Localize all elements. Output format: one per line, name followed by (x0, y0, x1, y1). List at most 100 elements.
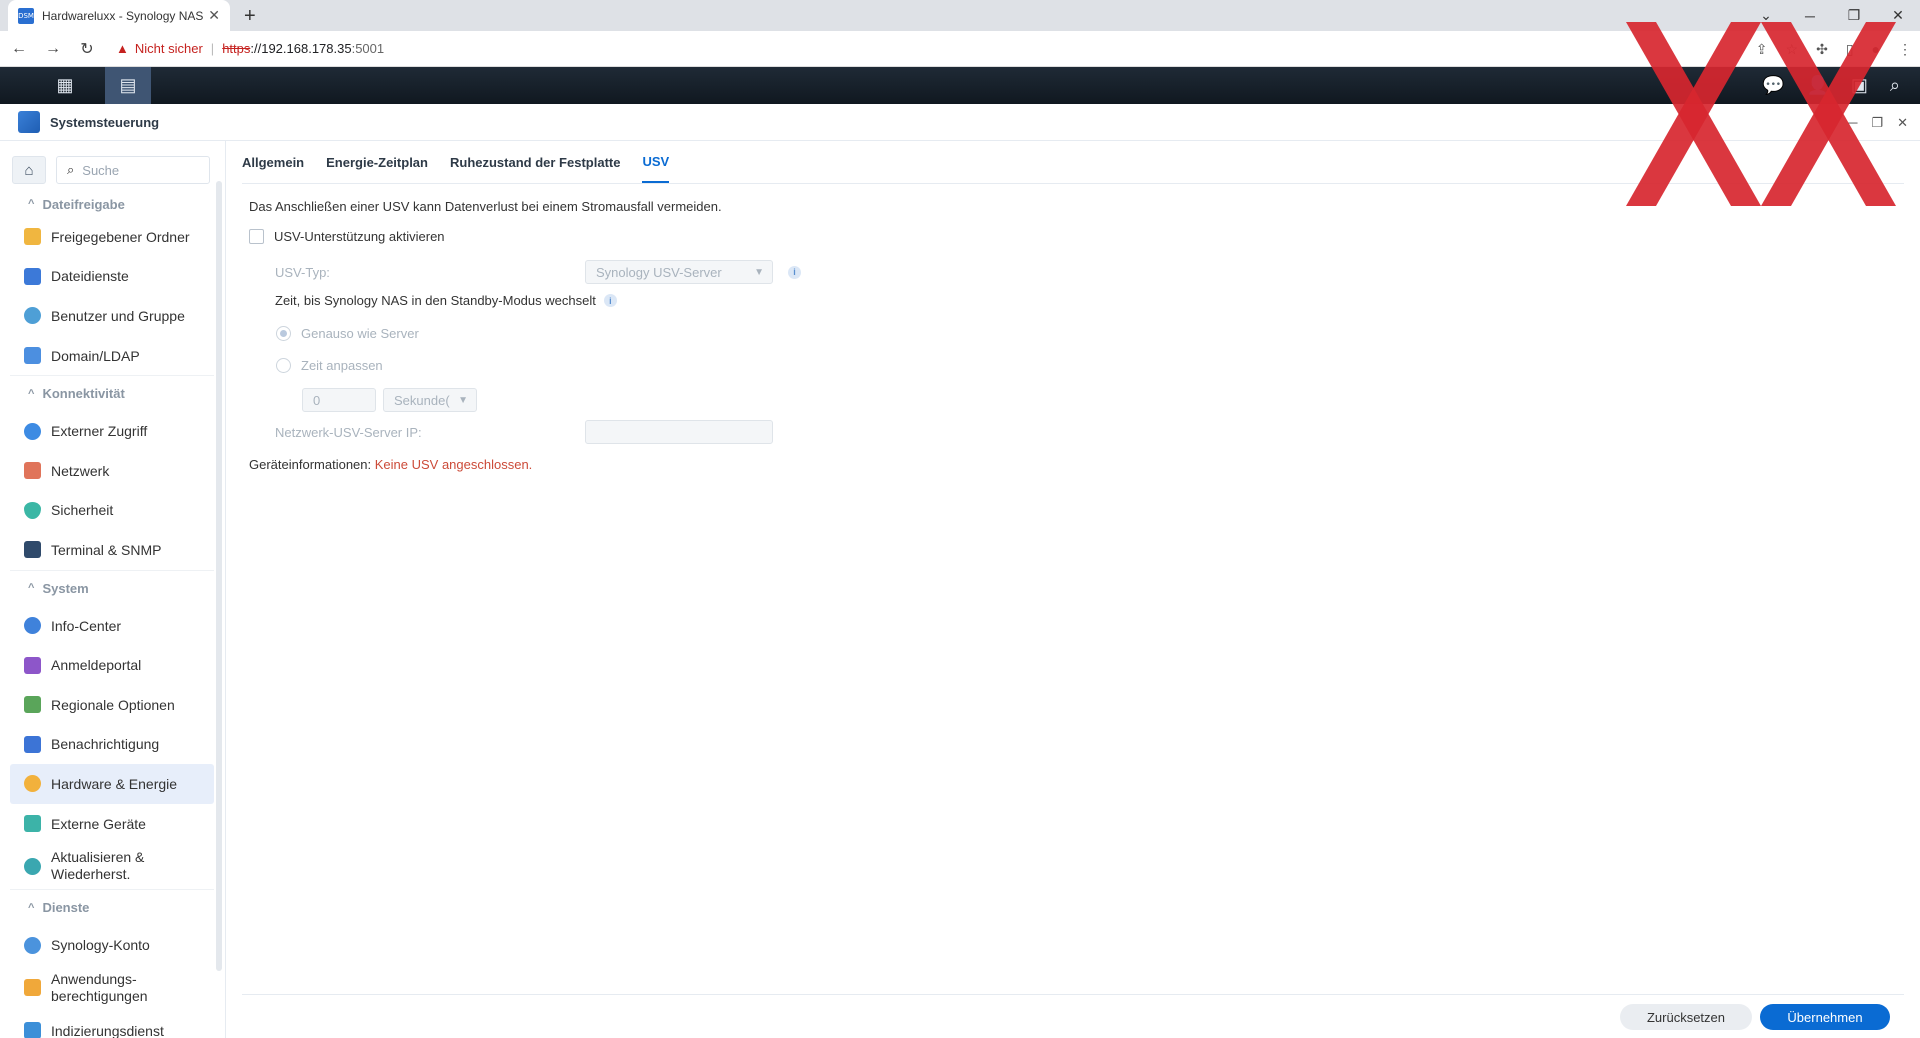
sidebar-item-update-restore[interactable]: Aktualisieren & Wiederherst. (10, 843, 214, 889)
sidebar-item-app-privileges[interactable]: Anwendungs-berechtigungen (10, 965, 214, 1011)
sidebar-item-label: Domain/LDAP (51, 347, 140, 364)
radio-custom-row[interactable]: Zeit anpassen (276, 358, 383, 373)
sidebar-item-external-access[interactable]: Externer Zugriff (10, 411, 214, 451)
lock-icon (24, 979, 41, 997)
close-app-icon[interactable]: ✕ (1897, 115, 1908, 131)
sidebar-item-hardware-energy[interactable]: Hardware & Energie (10, 764, 214, 804)
section-title: Konnektivität (42, 386, 125, 402)
control-panel-icon (18, 111, 40, 133)
terminal-icon (24, 541, 41, 559)
enable-ups-checkbox[interactable] (249, 229, 264, 244)
browser-tab[interactable]: DSM Hardwareluxx - Synology NAS ✕ (8, 0, 230, 31)
enable-ups-row[interactable]: USV-Unterstützung aktivieren (249, 229, 445, 244)
server-ip-input[interactable] (585, 420, 773, 444)
sidebar-item-file-services[interactable]: Dateidienste (10, 257, 214, 297)
sidebar-item-synology-account[interactable]: Synology-Konto (10, 925, 214, 965)
radio-custom-label: Zeit anpassen (301, 358, 383, 373)
section-dateifreigabe[interactable]: ^ Dateifreigabe (10, 191, 214, 217)
sidebar-item-terminal-snmp[interactable]: Terminal & SNMP (10, 530, 214, 570)
home-button[interactable]: ⌂ (12, 156, 46, 184)
info-icon (24, 617, 41, 635)
tab-power-schedule[interactable]: Energie-Zeitplan (326, 141, 428, 183)
sidebar-item-label: Benachrichtigung (51, 736, 160, 753)
sidebar-item-label: Externe Geräte (51, 815, 146, 832)
sidebar-item-domain-ldap[interactable]: Domain/LDAP (10, 336, 214, 376)
ups-type-select[interactable]: Synology USV-Server ▼ (585, 260, 773, 284)
domain-icon (24, 347, 41, 365)
folder-icon (24, 228, 41, 246)
apply-button[interactable]: Übernehmen (1760, 1004, 1890, 1030)
main-menu-icon[interactable]: ▦ (42, 67, 88, 104)
forward-icon[interactable]: → (38, 40, 68, 58)
sidebar-item-regional-options[interactable]: Regionale Optionen (10, 685, 214, 725)
time-unit-value: Sekunde( (394, 392, 450, 408)
sidebar-scrollbar[interactable] (216, 181, 222, 971)
new-tab-icon[interactable]: + (244, 5, 256, 28)
tab-hdd-hibernation[interactable]: Ruhezustand der Festplatte (450, 141, 620, 183)
sidebar: ⌂ ⌕ ^ Dateifreigabe Freigegebener Ordner … (0, 141, 226, 1038)
section-konnektivitaet[interactable]: ^ Konnektivität (10, 375, 214, 411)
reset-button[interactable]: Zurücksetzen (1620, 1004, 1752, 1030)
dsm-favicon-icon: DSM (18, 7, 34, 24)
sidebar-item-label: Anwendungs-berechtigungen (51, 971, 148, 1005)
chevron-up-icon: ^ (28, 901, 35, 914)
radio-custom-time[interactable] (276, 358, 291, 373)
sidebar-item-users-groups[interactable]: Benutzer und Gruppe (10, 296, 214, 336)
time-unit-select[interactable]: Sekunde( ▼ (383, 388, 477, 412)
back-icon[interactable]: ← (4, 40, 34, 58)
reload-icon[interactable]: ↻ (72, 39, 102, 59)
close-tab-icon[interactable]: ✕ (208, 7, 220, 24)
standby-row: Zeit, bis Synology NAS in den Standby-Mo… (275, 293, 617, 308)
account-icon (24, 936, 41, 954)
external-device-icon (24, 815, 41, 833)
search-icon: ⌕ (67, 162, 75, 177)
ups-type-label: USV-Typ: (275, 264, 330, 280)
radio-same-as-server[interactable] (276, 326, 291, 341)
sidebar-item-label: Aktualisieren & Wiederherst. (51, 849, 144, 883)
sidebar-item-network[interactable]: Netzwerk (10, 451, 214, 491)
label-line-2: berechtigungen (51, 987, 148, 1004)
ups-type-info-icon[interactable]: i (788, 265, 801, 279)
sidebar-item-info-center[interactable]: Info-Center (10, 606, 214, 646)
regional-icon (24, 696, 41, 714)
url-port: :5001 (351, 41, 385, 56)
radio-same-row[interactable]: Genauso wie Server (276, 326, 419, 341)
custom-time-row: 0 Sekunde( ▼ (226, 388, 526, 412)
search-input[interactable] (82, 162, 193, 178)
nav-list: ^ Dateifreigabe Freigegebener Ordner Date… (10, 191, 214, 1038)
not-secure-label: Nicht sicher (134, 41, 203, 56)
sidebar-item-security[interactable]: Sicherheit (10, 491, 214, 531)
tab-ups[interactable]: USV (642, 141, 670, 183)
browser-tab-title: Hardwareluxx - Synology NAS (42, 8, 204, 23)
url-separator: | (210, 41, 215, 56)
sidebar-item-shared-folder[interactable]: Freigegebener Ordner (10, 217, 214, 257)
sidebar-item-external-devices[interactable]: Externe Geräte (10, 804, 214, 844)
file-services-icon (24, 267, 41, 285)
url-field[interactable]: ▲ Nicht sicher | https://192.168.178.35:… (116, 41, 384, 56)
sidebar-item-label: Benutzer und Gruppe (51, 307, 185, 324)
users-icon (24, 307, 41, 325)
sidebar-item-login-portal[interactable]: Anmeldeportal (10, 645, 214, 685)
standby-info-icon[interactable]: i (603, 294, 617, 307)
time-value-input[interactable]: 0 (302, 388, 376, 412)
update-icon (24, 857, 41, 875)
section-title: System (42, 580, 89, 596)
tab-bar: Allgemein Energie-Zeitplan Ruhezustand d… (242, 141, 670, 183)
menu-icon[interactable]: ⋮ (1898, 41, 1912, 58)
radio-same-label: Genauso wie Server (301, 326, 419, 341)
search-box[interactable]: ⌕ (56, 156, 210, 184)
sidebar-item-notification[interactable]: Benachrichtigung (10, 725, 214, 765)
control-panel-taskbar-icon[interactable]: ▤ (105, 67, 151, 104)
notification-icon (24, 735, 41, 753)
server-ip-label: Netzwerk-USV-Server IP: (275, 424, 422, 440)
chevron-down-icon: ▼ (458, 394, 468, 406)
shield-icon (24, 501, 41, 519)
section-system[interactable]: ^ System (10, 569, 214, 606)
url-host: ://192.168.178.35 (250, 41, 352, 56)
sidebar-item-indexing-service[interactable]: Indizierungsdienst (10, 1011, 214, 1038)
ups-description: Das Anschließen einer USV kann Datenverl… (249, 199, 722, 214)
home-icon: ⌂ (24, 161, 34, 179)
section-dienste[interactable]: ^ Dienste (10, 889, 214, 925)
sidebar-item-label: Info-Center (51, 617, 122, 634)
tab-general[interactable]: Allgemein (242, 141, 304, 183)
